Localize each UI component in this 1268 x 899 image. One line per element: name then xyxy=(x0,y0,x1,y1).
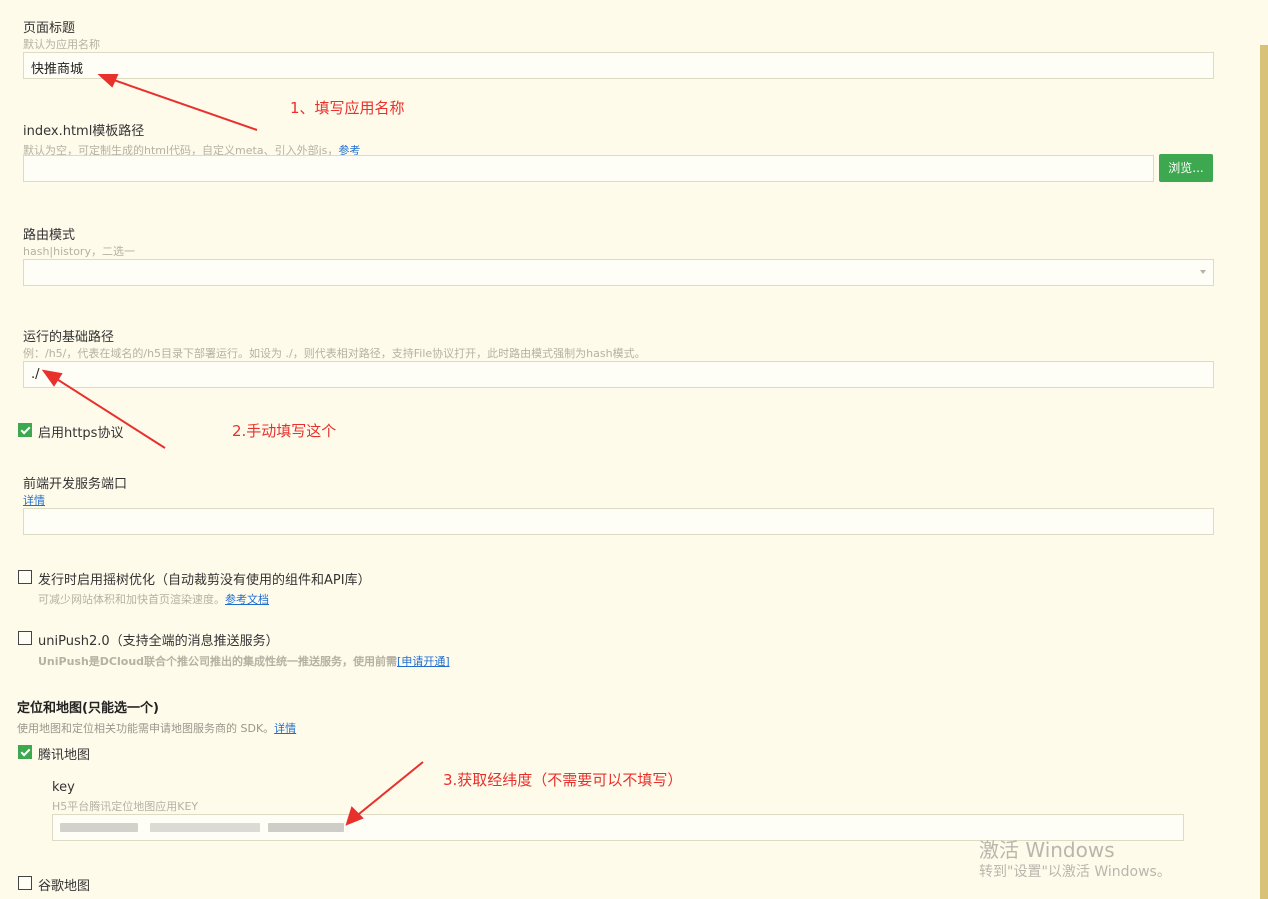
arrow-1-head-icon xyxy=(97,74,119,88)
arrow-2-icon xyxy=(51,375,166,449)
annotation-arrows xyxy=(41,74,424,826)
arrow-3-icon xyxy=(353,761,424,819)
arrow-2-head-icon xyxy=(41,369,63,387)
arrow-3-head-icon xyxy=(345,806,364,826)
arrow-1-icon xyxy=(107,77,258,131)
windows-activation-title: 激活 Windows xyxy=(979,838,1115,862)
windows-activation-subtitle: 转到"设置"以激活 Windows。 xyxy=(979,864,1171,880)
